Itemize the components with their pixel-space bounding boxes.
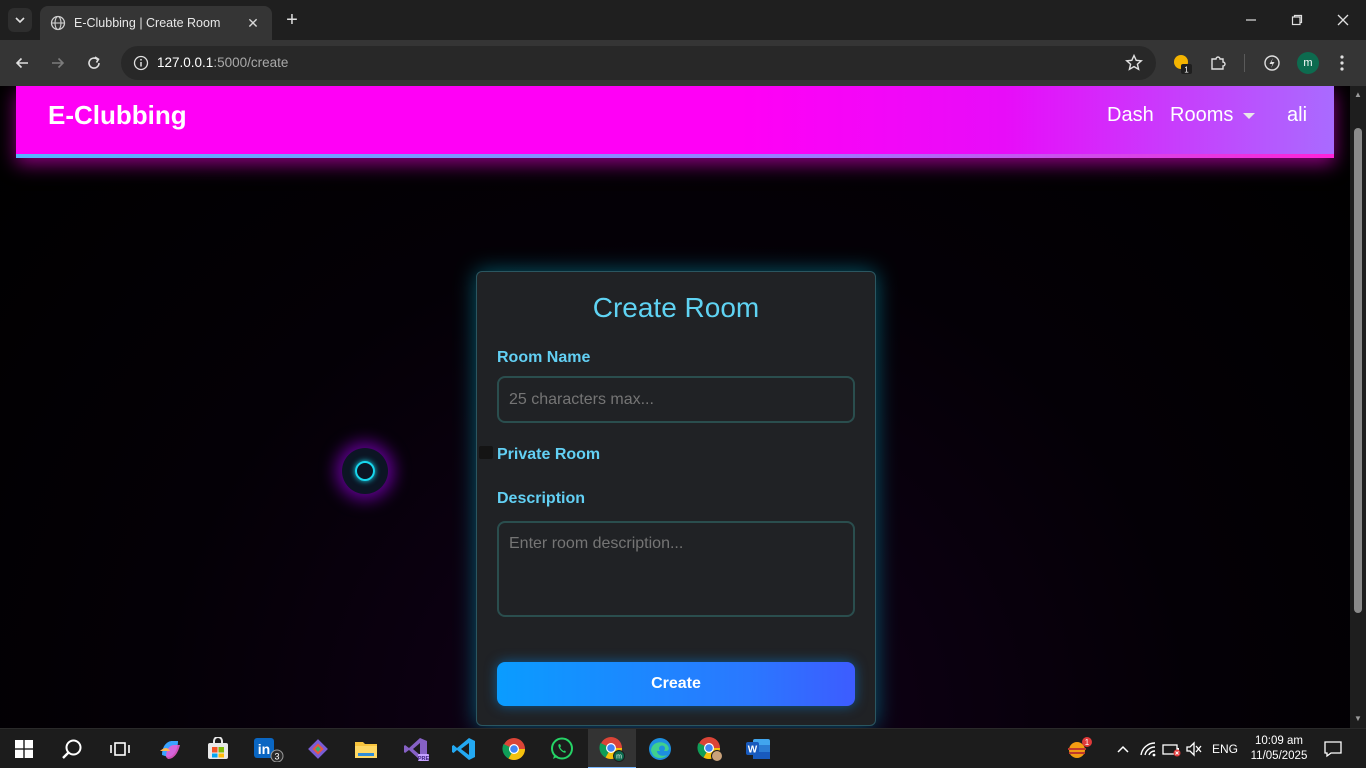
search-icon[interactable] xyxy=(56,733,88,765)
file-explorer-icon[interactable] xyxy=(350,733,382,765)
microsoft-store-icon[interactable] xyxy=(202,733,234,765)
clock-date: 11/05/2025 xyxy=(1250,750,1308,762)
extensions-puzzle-icon[interactable] xyxy=(1206,51,1230,75)
private-room-checkbox[interactable] xyxy=(479,446,493,459)
rooms-dropdown-caret-icon[interactable] xyxy=(1243,113,1255,119)
chrome-profile-m-icon[interactable]: m xyxy=(596,733,628,765)
page-scrollbar[interactable]: ▲ ▼ xyxy=(1350,86,1366,728)
browser-tabstrip: E-Clubbing | Create Room ✕ + xyxy=(0,0,1366,40)
weather-badge: 1 xyxy=(1085,738,1090,747)
nav-link-user[interactable]: ali xyxy=(1287,104,1307,127)
copilot-icon[interactable] xyxy=(154,733,186,765)
navbar-glow-edge xyxy=(16,154,1334,158)
url-text: 127.0.0.1:5000/create xyxy=(157,55,288,70)
url-host: 127.0.0.1 xyxy=(157,55,214,70)
room-name-label: Room Name xyxy=(497,349,591,366)
edge-icon[interactable] xyxy=(644,733,676,765)
extension-notification-icon[interactable]: 1 xyxy=(1170,51,1194,75)
tab-title: E-Clubbing | Create Room xyxy=(74,16,221,30)
forward-icon[interactable] xyxy=(46,51,70,75)
linkedin-icon[interactable]: in 3 xyxy=(252,733,284,765)
vscode-icon[interactable] xyxy=(448,733,480,765)
reload-icon[interactable] xyxy=(82,51,106,75)
site-info-icon[interactable] xyxy=(129,51,153,75)
new-tab-icon[interactable]: + xyxy=(282,10,302,30)
scroll-down-icon[interactable]: ▼ xyxy=(1353,714,1363,724)
address-bar[interactable]: 127.0.0.1:5000/create xyxy=(121,46,1156,80)
form-title: Create Room xyxy=(592,292,760,323)
tab-close-icon[interactable]: ✕ xyxy=(244,14,262,32)
chrome-icon[interactable] xyxy=(498,733,530,765)
language-indicator[interactable]: ENG xyxy=(1212,742,1238,756)
start-windows-icon[interactable] xyxy=(8,733,40,765)
visual-studio-icon[interactable]: PRE xyxy=(400,733,432,765)
chrome-profile-2-icon[interactable] xyxy=(694,733,726,765)
orb-ring-icon xyxy=(355,461,375,481)
scroll-up-icon[interactable]: ▲ xyxy=(1353,90,1363,100)
browser-menu-icon[interactable] xyxy=(1330,51,1354,75)
brand-logo[interactable]: E-Clubbing xyxy=(48,100,187,131)
chevron-down-icon xyxy=(15,17,25,24)
windows-taskbar: in 3 PRE m W 1 ENG 10:09 am 11/05/2025 xyxy=(0,728,1366,768)
floating-orb[interactable] xyxy=(342,448,388,494)
svg-text:in: in xyxy=(258,741,270,757)
system-clock[interactable]: 10:09 am 11/05/2025 xyxy=(1246,734,1312,764)
description-textarea[interactable] xyxy=(497,521,855,617)
active-tab[interactable]: E-Clubbing | Create Room ✕ xyxy=(40,6,272,40)
task-view-icon[interactable] xyxy=(104,733,136,765)
svg-text:W: W xyxy=(748,745,758,756)
private-room-label: Private Room xyxy=(497,446,601,463)
room-name-input[interactable] xyxy=(497,376,855,423)
minimize-icon[interactable] xyxy=(1228,6,1274,34)
svg-text:m: m xyxy=(616,754,622,761)
clock-time: 10:09 am xyxy=(1255,735,1303,747)
tab-search-button[interactable] xyxy=(8,8,32,32)
nav-link-dash[interactable]: Dash xyxy=(1107,104,1154,127)
description-label: Description xyxy=(497,490,586,507)
back-icon[interactable] xyxy=(10,51,34,75)
create-button[interactable]: Create xyxy=(497,662,855,706)
browser-toolbar: 127.0.0.1:5000/create 1 xyxy=(0,40,1366,86)
word-icon[interactable]: W xyxy=(742,733,774,765)
weather-icon[interactable]: 1 xyxy=(1062,733,1094,765)
site-navbar: E-Clubbing Dash Rooms ali xyxy=(16,86,1334,158)
create-room-form: Create Room Room Name Private Room Descr… xyxy=(476,271,876,726)
nav-link-rooms[interactable]: Rooms xyxy=(1170,104,1233,127)
close-window-icon[interactable] xyxy=(1320,6,1366,34)
url-path: :5000/create xyxy=(213,55,289,70)
extension-badge: 1 xyxy=(1184,66,1189,75)
performance-icon[interactable] xyxy=(1260,51,1284,75)
profile-avatar[interactable]: m xyxy=(1297,52,1319,74)
linkedin-badge: 3 xyxy=(274,752,279,762)
whatsapp-icon[interactable] xyxy=(546,733,578,765)
scroll-thumb[interactable] xyxy=(1354,128,1362,613)
volume-muted-icon[interactable] xyxy=(1178,733,1210,765)
toolbar-divider xyxy=(1244,54,1245,72)
page-viewport: E-Clubbing Dash Rooms ali Create Room Ro… xyxy=(0,86,1350,728)
bookmark-star-icon[interactable] xyxy=(1124,53,1144,73)
git-tool-icon[interactable] xyxy=(302,733,334,765)
globe-icon xyxy=(50,15,66,31)
svg-text:PRE: PRE xyxy=(418,756,429,762)
restore-icon[interactable] xyxy=(1274,6,1320,34)
notifications-icon[interactable] xyxy=(1317,733,1349,765)
